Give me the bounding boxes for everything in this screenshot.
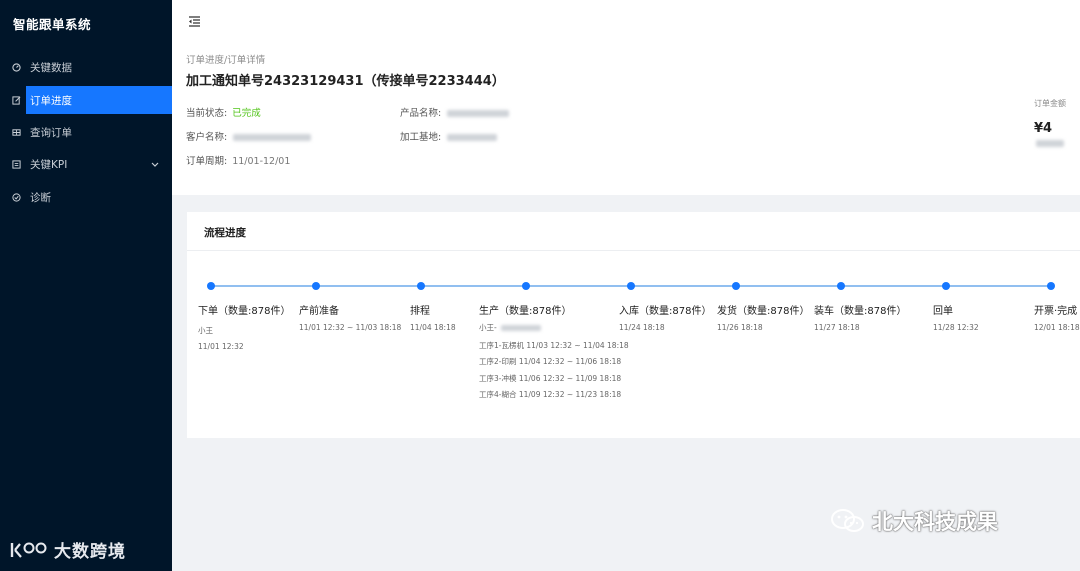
step-detail: 12/01 18:18 xyxy=(1034,323,1080,332)
sidebar-item-diagnosis[interactable]: 诊断 xyxy=(0,183,172,211)
sidebar-item-label: 关键KPI xyxy=(30,158,68,171)
sidebar-item-key-kpi[interactable]: 关键KPI xyxy=(0,150,172,178)
sidebar-item-label: 查询订单 xyxy=(30,126,72,139)
sidebar: 智能跟单系统 关键数据 订单进度 查询订单 关键KPI 诊断 大数跨境 xyxy=(0,0,172,571)
footer-logo: 大数跨境 xyxy=(10,537,126,562)
base-value-redacted xyxy=(447,134,498,141)
step-label-order: 下单（数量:878件） xyxy=(198,306,291,317)
period-label: 订单周期: xyxy=(186,156,228,167)
header-bar xyxy=(172,0,1080,38)
base-field: 加工基地: xyxy=(400,129,498,143)
step-detail: 11/26 18:18 xyxy=(717,323,763,332)
step-node xyxy=(732,282,740,290)
step-detail: 工序4-糊合 11/09 12:32 ~ 11/23 18:18 xyxy=(479,390,622,399)
sidebar-item-key-data[interactable]: 关键数据 xyxy=(0,53,172,81)
status-label: 当前状态: xyxy=(186,108,228,119)
card-title: 流程进度 xyxy=(204,227,246,239)
process-progress-card: 流程进度 下单（数量:878件） 小王 11/01 12:32 产前准备 11/… xyxy=(187,212,1080,438)
page-title: 加工通知单号24323129431（传接单号2233444） xyxy=(186,74,505,89)
step-node xyxy=(417,282,425,290)
step-node xyxy=(207,282,215,290)
table-icon xyxy=(12,128,21,137)
step-label-warehousing: 入库（数量:878件） xyxy=(619,306,712,317)
operator-redacted xyxy=(500,325,541,331)
menu-fold-icon[interactable] xyxy=(188,12,201,31)
customer-value-redacted xyxy=(233,134,312,141)
step-label-preparation: 产前准备 xyxy=(299,306,339,317)
amount-redacted xyxy=(1036,140,1064,147)
breadcrumb[interactable]: 订单进度/订单详情 xyxy=(186,52,265,66)
step-label-receipt: 回单 xyxy=(933,306,953,317)
kpi-icon xyxy=(12,159,21,169)
step-label-production: 生产（数量:878件） xyxy=(479,306,572,317)
step-detail: 小王 xyxy=(198,326,213,335)
sidebar-item-label: 关键数据 xyxy=(30,61,72,74)
step-detail-text: 小王- xyxy=(479,323,497,332)
step-label-loading: 装车（数量:878件） xyxy=(814,306,907,317)
edit-icon xyxy=(12,95,21,105)
step-detail: 工序1-瓦楞机 11/03 12:32 ~ 11/04 18:18 xyxy=(479,341,629,350)
step-node xyxy=(1047,282,1055,290)
dashboard-icon xyxy=(12,62,21,72)
product-label: 产品名称: xyxy=(400,108,442,119)
period-field: 订单周期: 11/01-12/01 xyxy=(186,153,290,167)
step-detail: 11/24 18:18 xyxy=(619,323,665,332)
sidebar-item-label: 诊断 xyxy=(30,191,51,204)
divider xyxy=(187,250,1080,251)
step-detail: 小王- xyxy=(479,322,541,333)
step-detail: 11/01 12:32 ~ 11/03 18:18 xyxy=(299,323,402,332)
amount-label: 订单金额 xyxy=(1034,99,1066,108)
step-label-scheduling: 排程 xyxy=(410,306,430,317)
status-badge: 已完成 xyxy=(232,108,261,119)
step-node xyxy=(942,282,950,290)
amount-value: ¥4 xyxy=(1034,121,1080,151)
step-label-invoice-complete: 开票·完成 xyxy=(1034,306,1078,317)
order-detail-panel: 订单进度/订单详情 加工通知单号24323129431（传接单号2233444）… xyxy=(172,38,1080,195)
step-detail: 11/01 12:32 xyxy=(198,342,244,351)
sidebar-item-label: 订单进度 xyxy=(30,94,72,107)
step-node xyxy=(627,282,635,290)
step-label-shipping: 发货（数量:878件） xyxy=(717,306,810,317)
period-value: 11/01-12/01 xyxy=(232,156,291,167)
check-circle-icon xyxy=(12,192,21,202)
product-field: 产品名称: xyxy=(400,105,510,119)
watermark-text: 北大科技成果 xyxy=(872,510,998,534)
brand-logo-icon xyxy=(10,542,47,558)
sidebar-item-order-progress[interactable]: 订单进度 xyxy=(12,86,172,114)
app-title: 智能跟单系统 xyxy=(13,17,92,32)
base-label: 加工基地: xyxy=(400,132,442,143)
step-node xyxy=(837,282,845,290)
step-detail: 工序3-冲模 11/06 12:32 ~ 11/09 18:18 xyxy=(479,374,622,383)
chevron-down-icon[interactable] xyxy=(151,159,159,171)
watermark: 北大科技成果 xyxy=(830,506,998,536)
wechat-icon xyxy=(831,509,864,532)
step-detail: 工序2-印刷 11/04 12:32 ~ 11/06 18:18 xyxy=(479,357,622,366)
step-node xyxy=(312,282,320,290)
amount-value-text: ¥4 xyxy=(1034,121,1053,136)
product-value-redacted xyxy=(447,110,510,117)
footer-logo-text: 大数跨境 xyxy=(54,542,126,562)
sidebar-item-query-order[interactable]: 查询订单 xyxy=(0,118,172,146)
customer-field: 客户名称: xyxy=(186,129,312,143)
step-detail: 11/27 18:18 xyxy=(814,323,860,332)
step-node xyxy=(522,282,530,290)
status-field: 当前状态: 已完成 xyxy=(186,105,261,119)
customer-label: 客户名称: xyxy=(186,132,228,143)
step-detail: 11/28 12:32 xyxy=(933,323,979,332)
step-detail: 11/04 18:18 xyxy=(410,323,456,332)
